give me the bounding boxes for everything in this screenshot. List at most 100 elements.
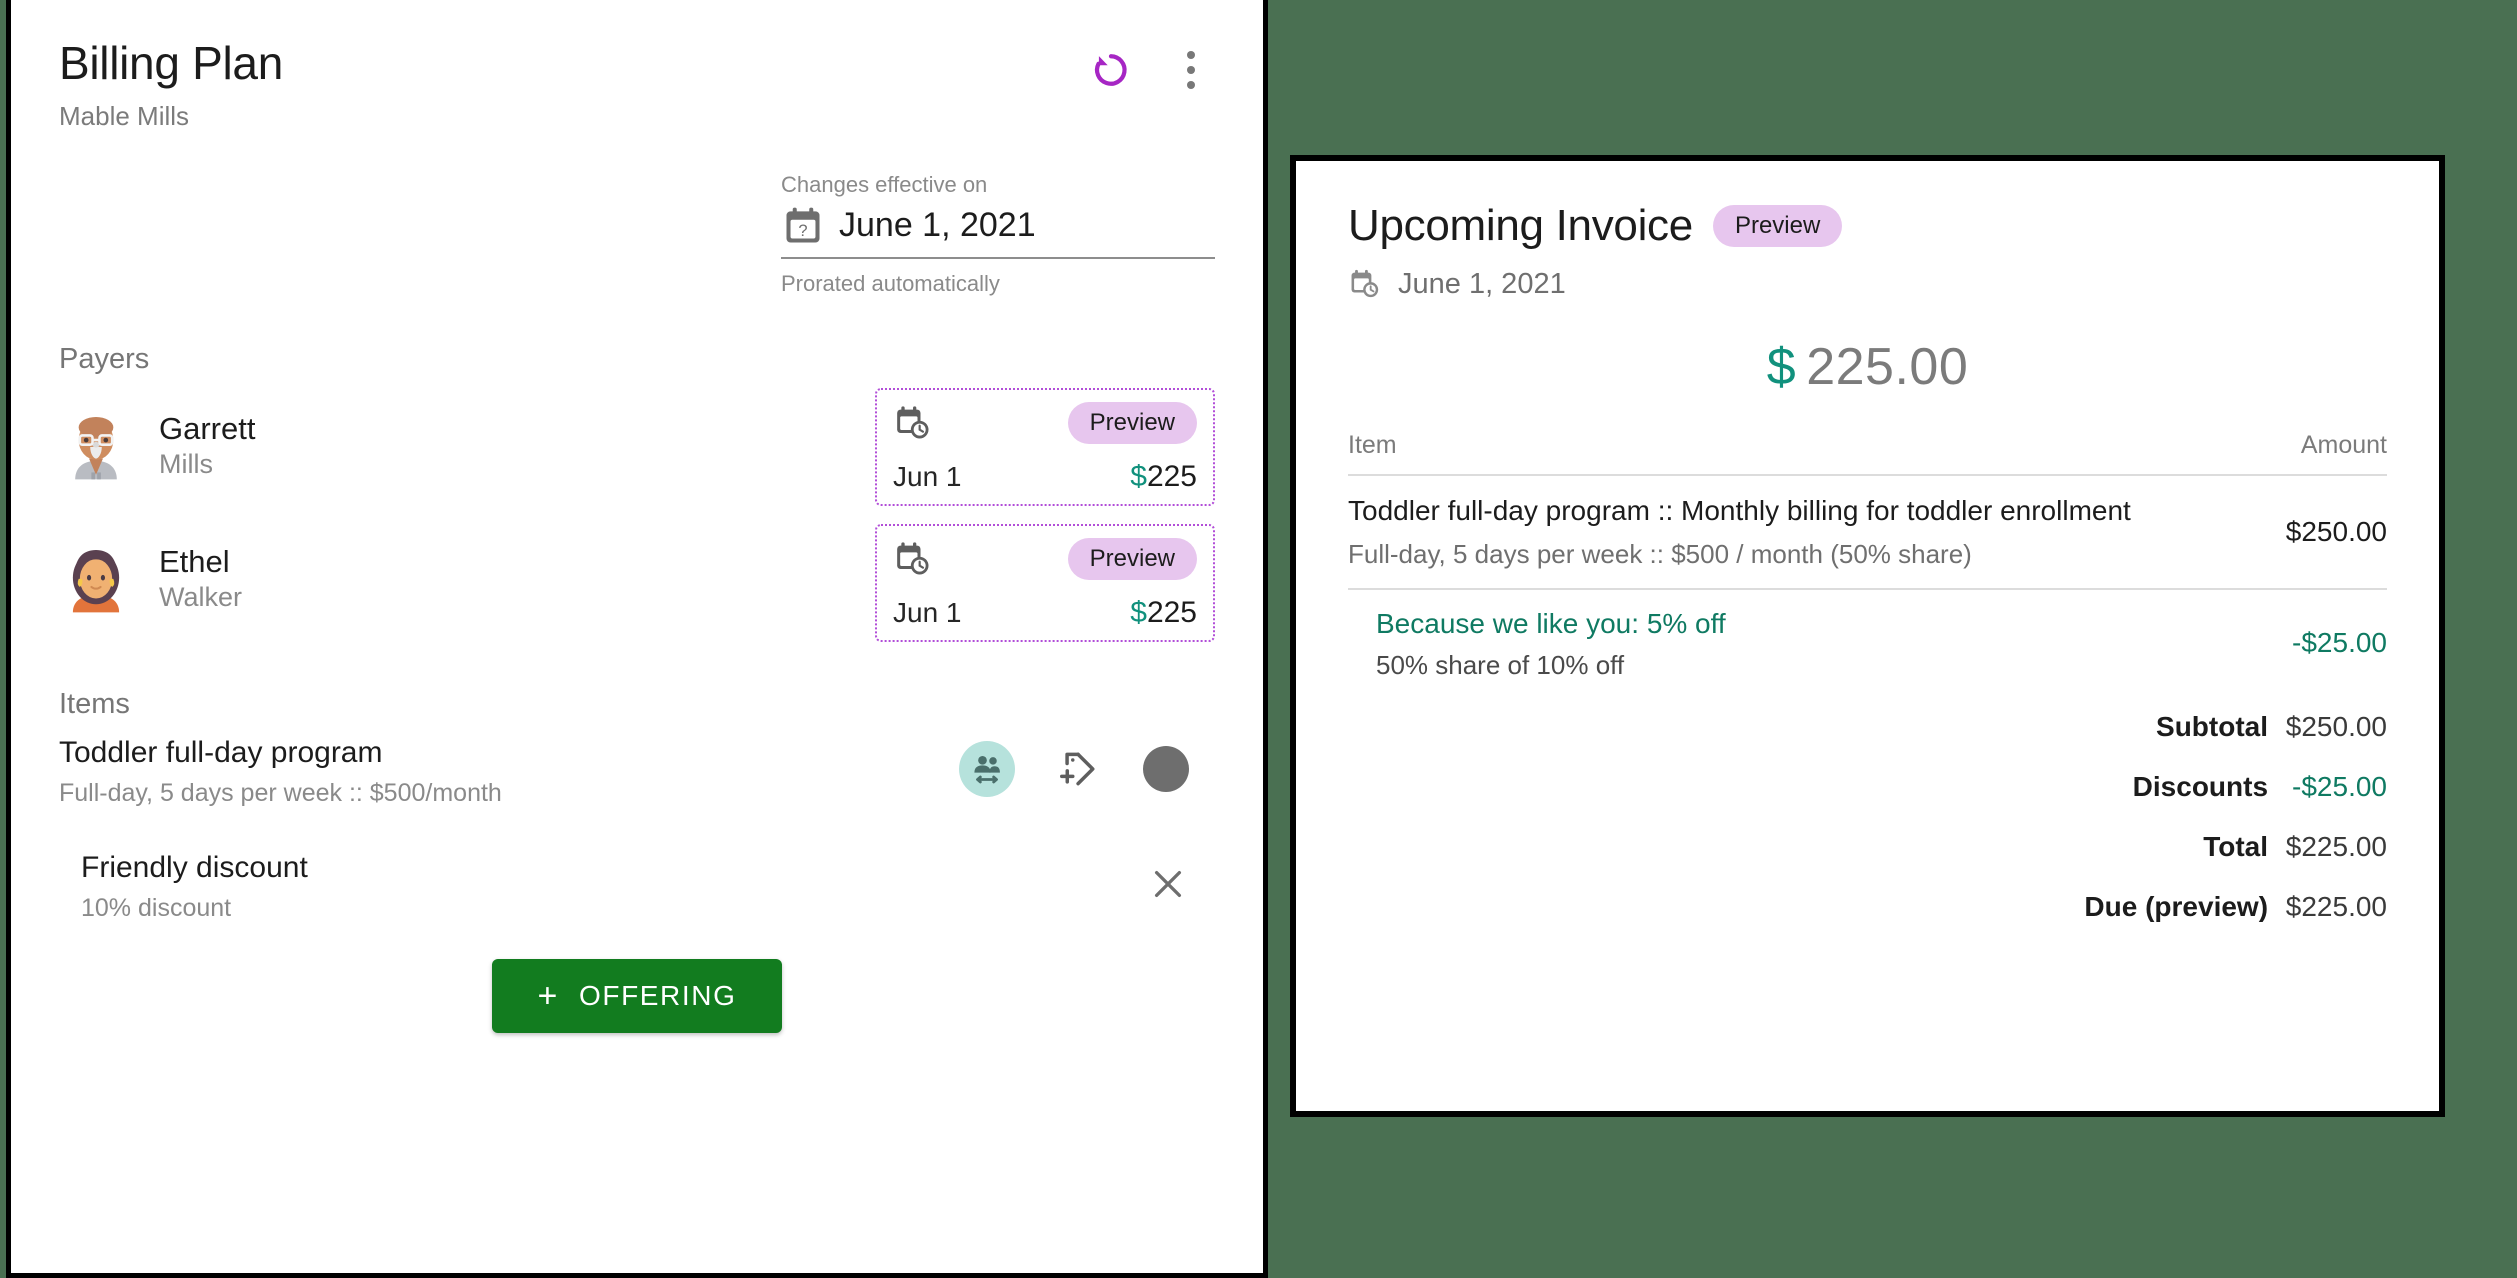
line-item-amount: $250.00: [2285, 515, 2387, 547]
amount-value: 225: [1146, 459, 1197, 493]
table-row-discount: Because we like you: 5% off 50% share of…: [1348, 588, 2387, 697]
payer-preview-card[interactable]: Preview Jun 1 $225: [875, 523, 1215, 642]
total-label: Subtotal: [2156, 710, 2269, 742]
total-label: Total: [2203, 830, 2269, 862]
page-title: Billing Plan: [59, 37, 283, 89]
add-offering-button[interactable]: + OFFERING: [491, 958, 783, 1033]
payer-charge-amount: $225: [1130, 460, 1197, 494]
total-value: -$25.00: [2292, 770, 2387, 802]
line-item-sub: Full-day, 5 days per week :: $500 / mont…: [1348, 538, 1972, 569]
avatar-garrett: [75, 416, 117, 479]
total-row-subtotal: Subtotal $250.00: [1348, 697, 2387, 757]
payer-row: Garrett Mills Preview Jun 1 $225: [59, 387, 1215, 506]
item-text-block: Toddler full-day program Full-day, 5 day…: [59, 735, 959, 808]
amount-value: 225: [1146, 595, 1197, 629]
discount-row: Friendly discount 10% discount: [59, 850, 1215, 923]
kebab-dot: [1187, 66, 1195, 74]
line-item-cell: Toddler full-day program :: Monthly bill…: [1348, 475, 2268, 589]
invoice-total-headline: $225.00: [1348, 337, 2387, 397]
payer-name-block: Ethel Walker: [159, 544, 459, 615]
svg-text:?: ?: [798, 221, 807, 239]
discount-text-block: Friendly discount 10% discount: [81, 850, 308, 923]
total-row-due: Due (preview) $225.00: [1348, 877, 2387, 937]
kebab-dot: [1187, 51, 1195, 59]
add-offering-label: OFFERING: [579, 979, 737, 1011]
close-icon: [1154, 870, 1182, 897]
avatar-ethel: [72, 549, 120, 612]
split-share-button[interactable]: [959, 740, 1015, 797]
payer-charge-date: Jun 1: [893, 460, 962, 492]
payer-name-block: Garrett Mills: [159, 411, 459, 482]
payer-charge-amount: $225: [1130, 596, 1197, 630]
preview-badge: Preview: [1067, 537, 1197, 580]
add-tag-button[interactable]: [1055, 745, 1103, 793]
app-root: Billing Plan Mable Mills Changes effecti…: [0, 0, 2517, 1278]
item-title: Toddler full-day program: [59, 735, 383, 769]
total-label: Due (preview): [2084, 890, 2269, 922]
discount-title: Friendly discount: [81, 850, 308, 884]
add-offering-wrap: + OFFERING: [59, 958, 1215, 1033]
invoice-date: June 1, 2021: [1398, 267, 1566, 300]
discount-line-sub: 50% share of 10% off: [1376, 649, 1625, 680]
calendar-clock-icon: [1351, 269, 1379, 298]
payer-charge-date: Jun 1: [893, 596, 962, 628]
discount-line-cell: Because we like you: 5% off 50% share of…: [1348, 589, 2268, 697]
payer-row: Ethel Walker Preview Jun 1 $225: [59, 518, 1215, 642]
item-avatar-placeholder[interactable]: [1143, 745, 1189, 792]
invoice-total-amount: 225.00: [1806, 338, 1969, 396]
discount-line-title: Because we like you: 5% off: [1376, 607, 1726, 639]
effective-date-block: Changes effective on ? June 1, 2021 Pror…: [59, 172, 1215, 297]
line-item-main: Toddler full-day program :: Monthly bill…: [1348, 495, 2131, 526]
total-value: $225.00: [2285, 890, 2387, 922]
add-tag-icon: [1060, 752, 1095, 786]
discount-subtitle: 10% discount: [81, 893, 232, 922]
invoice-table: Item Amount Toddler full-day program :: …: [1348, 431, 2387, 937]
page-subtitle: Mable Mills: [59, 100, 190, 131]
table-header-row: Item Amount: [1348, 431, 2387, 475]
currency-symbol: $: [1130, 595, 1147, 629]
payer-first-name: Ethel: [159, 544, 230, 580]
discount-line-amount: -$25.00: [2292, 627, 2387, 659]
header-actions: [1087, 46, 1215, 94]
items-heading: Items: [59, 687, 130, 720]
total-label: Discounts: [2132, 770, 2269, 802]
column-header-item: Item: [1348, 431, 1397, 459]
kebab-dot: [1187, 81, 1195, 89]
calendar-clock-icon: [897, 405, 929, 439]
calendar-question-icon: ?: [786, 207, 820, 243]
remove-discount-button[interactable]: [1147, 863, 1189, 910]
total-value: $225.00: [2285, 830, 2387, 862]
total-row-total: Total $225.00: [1348, 817, 2387, 877]
item-row: Toddler full-day program Full-day, 5 day…: [59, 735, 1215, 808]
invoice-title: Upcoming Invoice: [1348, 201, 1693, 250]
invoice-preview-badge: Preview: [1712, 205, 1843, 247]
invoice-date-row: June 1, 2021: [1348, 267, 2387, 301]
column-header-amount: Amount: [2300, 431, 2387, 459]
restore-button[interactable]: [1087, 46, 1135, 94]
more-options-button[interactable]: [1167, 46, 1215, 94]
effective-date-label: Changes effective on: [781, 171, 988, 197]
currency-symbol: $: [1130, 459, 1147, 493]
payer-preview-card[interactable]: Preview Jun 1 $225: [875, 387, 1215, 506]
total-row-discounts: Discounts -$25.00: [1348, 757, 2387, 817]
item-actions: [959, 740, 1189, 797]
restore-icon: [1094, 54, 1127, 86]
preview-badge: Preview: [1067, 401, 1197, 444]
table-row: Toddler full-day program :: Monthly bill…: [1348, 475, 2387, 589]
calendar-clock-icon: [897, 541, 929, 575]
invoice-header: Upcoming Invoice Preview: [1348, 201, 2387, 251]
people-split-icon: [974, 755, 1000, 783]
effective-date-value: June 1, 2021: [839, 206, 1036, 245]
payer-last-name: Mills: [159, 448, 213, 479]
prorate-hint: Prorated automatically: [781, 270, 1000, 296]
payer-first-name: Garrett: [159, 411, 256, 447]
upcoming-invoice-panel: Upcoming Invoice Preview June 1, 2021 $2…: [1290, 155, 2445, 1117]
plus-icon: +: [537, 976, 559, 1015]
payers-heading: Payers: [59, 342, 150, 375]
billing-plan-panel: Billing Plan Mable Mills Changes effecti…: [6, 0, 1268, 1278]
currency-symbol: $: [1766, 338, 1797, 396]
total-value: $250.00: [2285, 710, 2387, 742]
billing-plan-header: Billing Plan Mable Mills: [59, 38, 1215, 132]
effective-date-field[interactable]: ? June 1, 2021: [781, 204, 1215, 259]
item-subtitle: Full-day, 5 days per week :: $500/month: [59, 778, 502, 807]
